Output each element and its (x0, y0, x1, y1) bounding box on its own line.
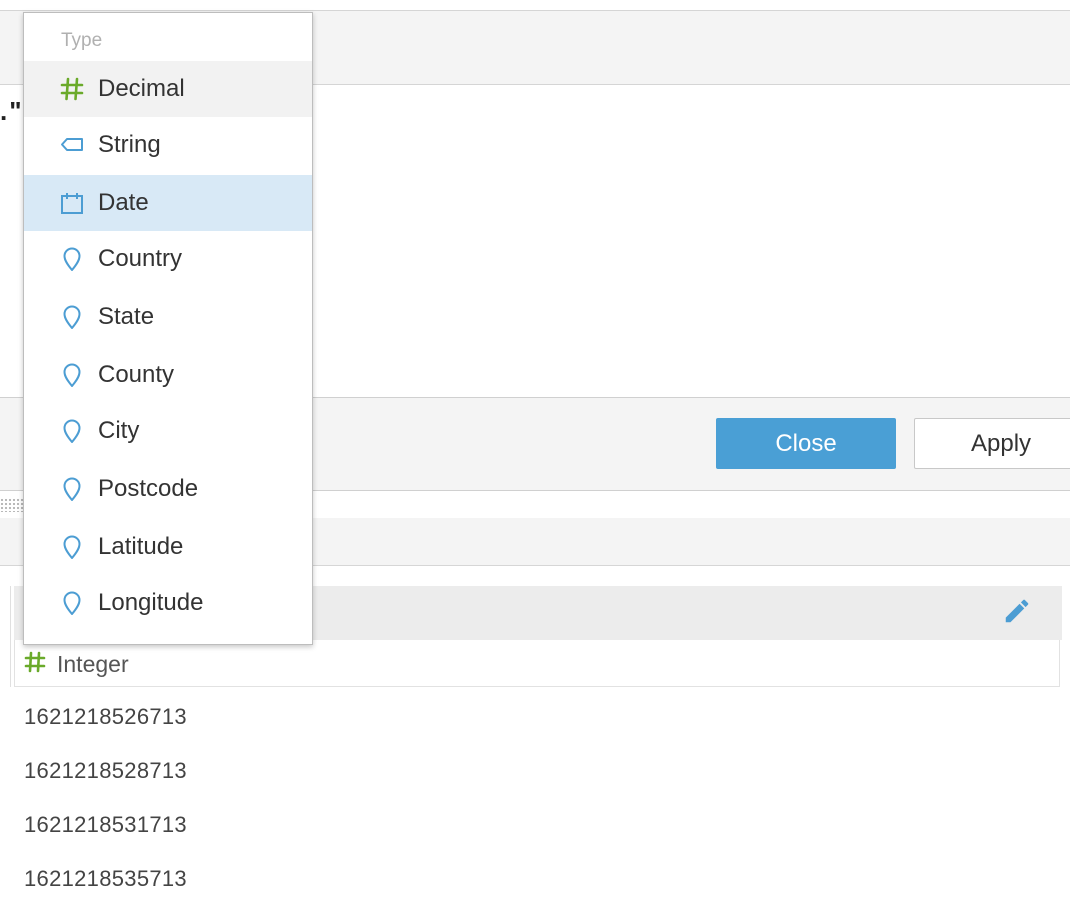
column-type-row[interactable] (14, 640, 1060, 687)
dropdown-header: Type (61, 30, 103, 51)
table-cell: 1621218528713 (24, 758, 187, 783)
menu-item-label: Latitude (98, 533, 184, 560)
map-pin-icon (63, 535, 81, 559)
table-cell: 1621218535713 (24, 866, 187, 891)
menu-item-city[interactable]: City (24, 403, 312, 459)
table-cell: 1621218526713 (24, 704, 187, 729)
column-type-label[interactable]: Integer (57, 651, 129, 678)
menu-item-label: Longitude (98, 589, 204, 616)
menu-item-string[interactable]: String (24, 117, 312, 173)
menu-item-postcode[interactable]: Postcode (24, 461, 312, 517)
menu-item-label: String (98, 131, 161, 158)
menu-item-label: Postcode (98, 475, 199, 502)
map-pin-icon (63, 305, 81, 329)
hash-icon (24, 651, 46, 673)
pencil-icon[interactable] (1002, 596, 1032, 626)
map-pin-icon (63, 477, 81, 501)
menu-item-label: Decimal (98, 75, 185, 102)
menu-item-label: Country (98, 245, 183, 272)
type-dropdown-menu: Type Decimal String Date Country State C… (23, 12, 313, 645)
table-cell: 1621218531713 (24, 812, 187, 837)
hash-icon (60, 77, 84, 101)
tag-icon (61, 138, 83, 151)
resize-handle[interactable] (0, 498, 24, 512)
menu-item-state[interactable]: State (24, 289, 312, 345)
close-button[interactable]: Close (716, 418, 896, 469)
map-pin-icon (63, 419, 81, 443)
menu-item-county[interactable]: County (24, 347, 312, 403)
map-pin-icon (63, 247, 81, 271)
menu-item-date[interactable]: Date (24, 175, 312, 231)
menu-item-label: City (98, 417, 140, 444)
calendar-icon (61, 193, 83, 214)
map-pin-icon (63, 591, 81, 615)
map-pin-icon (63, 363, 81, 387)
apply-button[interactable]: Apply (914, 418, 1070, 469)
menu-item-label: Date (98, 189, 149, 216)
menu-item-decimal[interactable]: Decimal (24, 61, 312, 117)
column-gutter (0, 586, 11, 687)
menu-item-label: State (98, 303, 155, 330)
menu-item-longitude[interactable]: Longitude (24, 575, 312, 631)
menu-item-latitude[interactable]: Latitude (24, 519, 312, 575)
menu-item-label: County (98, 361, 175, 388)
editor-text: ." (0, 96, 24, 126)
menu-item-country[interactable]: Country (24, 231, 312, 287)
